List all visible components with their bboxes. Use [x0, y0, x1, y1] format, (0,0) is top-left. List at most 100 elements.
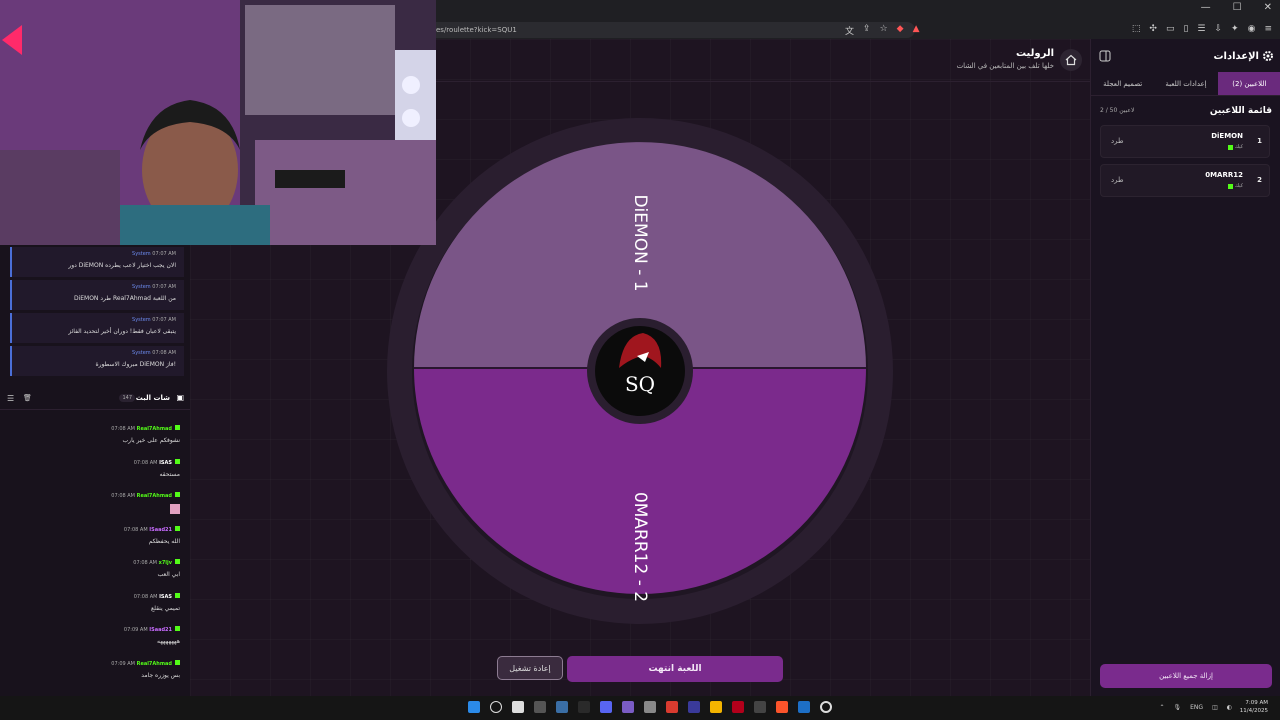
player-platform: كيك	[1227, 183, 1243, 189]
terminal-icon[interactable]	[578, 701, 590, 713]
reading-list-icon[interactable]: ☰	[1197, 24, 1205, 34]
profile-icon[interactable]: ◉	[1248, 24, 1256, 34]
language-indicator[interactable]: ENG	[1190, 704, 1203, 711]
tab-wheel-design[interactable]: تصميم العجلة	[1091, 72, 1154, 95]
player-number: 2	[1257, 176, 1262, 184]
discord-icon[interactable]	[600, 701, 612, 713]
brave-shield-icon[interactable]: ◆	[897, 24, 904, 37]
downloads-icon[interactable]: ⇩	[1215, 24, 1223, 34]
menu-icon[interactable]: ≡	[1264, 24, 1272, 34]
tab-players[interactable]: اللاعبين (2)	[1217, 72, 1280, 95]
message-meta: 07:08 AM x7ljv	[133, 559, 180, 566]
start-icon[interactable]	[468, 701, 480, 713]
translate-icon[interactable]: 文	[845, 24, 854, 37]
window-controls: — ☐ ✕	[1201, 2, 1272, 13]
windows-taskbar: ⌃ 🎙 ENG ◫ ◐ 7:09 AM 11/4/2025	[0, 696, 1280, 720]
toolbar-right-icons: ⬚ ✣ ▭ ▯ ☰ ⇩ ✦ ◉ ≡	[1132, 24, 1272, 34]
kick-icon	[175, 559, 180, 564]
wallet-icon[interactable]: ▭	[1166, 24, 1175, 34]
address-bar[interactable]: es/roulette?kick=SQU1	[420, 22, 915, 38]
leo-icon[interactable]: ✦	[1231, 24, 1239, 34]
app-icon[interactable]	[754, 701, 766, 713]
taskbar-apps	[468, 701, 832, 713]
chat-username[interactable]: Real7Ahmad	[137, 493, 172, 499]
message-time: 07:09 AM	[123, 627, 148, 633]
roulette-wheel[interactable]: DiEMON - 1 0MARR12 - 2 SQ	[387, 118, 893, 624]
kick-player-button[interactable]: طرد	[1111, 176, 1124, 184]
chat-username[interactable]: ISAS	[159, 594, 172, 600]
adobe-icon[interactable]	[732, 701, 744, 713]
message-time: 07:08 AM	[133, 593, 158, 600]
chat-username[interactable]: x7ljv	[159, 560, 172, 566]
system-message: System 07:08 AM مبروك الاسطورة DiEMON فا…	[10, 346, 184, 376]
obs-icon[interactable]	[534, 701, 546, 713]
message-meta: System 07:07 AM	[132, 251, 176, 257]
system-message: System 07:07 AM يتبقى لاعبان فقط! دوران …	[10, 313, 184, 343]
chat-username[interactable]: Real7Ahmad	[137, 661, 172, 667]
chat-username[interactable]: Real7Ahmad	[137, 426, 172, 432]
chevron-up-icon[interactable]: ⌃	[1159, 704, 1164, 711]
kick-icon	[175, 492, 180, 497]
tab-game-settings[interactable]: إعدادات اللعبة	[1154, 72, 1217, 95]
chat-username[interactable]: ISaad21	[149, 627, 172, 633]
player-card: 1 DiEMON كيك طرد	[1100, 125, 1270, 158]
app-icon[interactable]	[622, 701, 634, 713]
chat-message: 07:08 AM Real7Ahmad نشوفكم على خير يارب	[10, 425, 180, 455]
viewer-count: 147	[119, 394, 135, 402]
mic-icon[interactable]: 🎙	[1174, 704, 1182, 711]
app-icon[interactable]	[820, 701, 832, 713]
message-meta: System 07:07 AM	[132, 317, 176, 323]
explorer-icon[interactable]	[644, 701, 656, 713]
settings-panel: الإعدادات اللاعبين (2) إعدادات اللعبة تص…	[1090, 39, 1280, 696]
star-icon[interactable]: ☆	[880, 24, 888, 37]
app-icon[interactable]	[798, 701, 810, 713]
kick-icon	[175, 458, 180, 464]
chat-message: 07:08 AM ISaad21 الله يحفظكم	[10, 525, 180, 556]
chat-username[interactable]: ISAS	[159, 460, 172, 466]
task-view-icon[interactable]	[512, 701, 524, 713]
restart-button[interactable]: إعادة تشغيل	[497, 656, 563, 680]
message-text: الله يحفظكم	[148, 537, 180, 545]
network-icon[interactable]: ◫	[1212, 704, 1218, 711]
close-icon[interactable]: ✕	[1264, 2, 1272, 13]
chat-settings-icon[interactable]: ☰	[7, 394, 14, 403]
chat-icon: ▣	[176, 393, 184, 402]
chrome-icon[interactable]	[666, 701, 678, 713]
players-list-title: قائمة اللاعبين	[1209, 106, 1272, 116]
player-name: DiEMON	[1211, 132, 1243, 140]
minimize-icon[interactable]: —	[1201, 2, 1211, 13]
collapse-panel-icon[interactable]	[1099, 50, 1111, 62]
player-platform: كيك	[1227, 144, 1243, 150]
puzzle-icon[interactable]: ✣	[1149, 24, 1157, 34]
volume-icon[interactable]: ◐	[1227, 704, 1232, 711]
remove-all-players-button[interactable]: إزالة جميع اللاعبين	[1100, 664, 1272, 688]
chat-username[interactable]: ISaad21	[149, 527, 172, 533]
message-text: مستحقه	[159, 470, 180, 478]
webcam-overlay	[0, 0, 436, 245]
steam-icon[interactable]	[556, 701, 568, 713]
brave-rewards-icon[interactable]: ▲	[913, 24, 920, 37]
message-text: دور DiEMON الان يجب اختيار لاعب يطرده	[68, 262, 176, 269]
maximize-icon[interactable]: ☐	[1233, 2, 1242, 13]
webcam-image	[0, 0, 436, 245]
message-text: بس يوزره جامد	[141, 671, 180, 679]
sidebar-icon[interactable]: ▯	[1183, 24, 1188, 34]
game-over-button[interactable]: اللعبة انتهت	[567, 656, 783, 682]
app-icon[interactable]	[688, 701, 700, 713]
brave-icon[interactable]	[776, 701, 788, 713]
system-message: System 07:07 AM دور DiEMON الان يجب اختي…	[10, 247, 184, 277]
trash-icon[interactable]: 🗑	[23, 394, 32, 402]
kick-player-button[interactable]: طرد	[1111, 137, 1124, 145]
kick-icon	[175, 592, 180, 598]
message-meta: 07:08 AM ISaad21	[124, 525, 180, 533]
player-number: 1	[1257, 137, 1262, 145]
search-icon[interactable]	[490, 701, 502, 713]
home-button[interactable]	[1060, 49, 1082, 71]
share-icon[interactable]: ⇪	[863, 24, 871, 37]
platform-label: كيك	[1234, 144, 1243, 150]
page-title: الروليت	[1015, 48, 1054, 59]
chrome-icon[interactable]	[710, 701, 722, 713]
extensions-icon[interactable]: ⬚	[1132, 24, 1141, 34]
segment-label-1: DiEMON - 1	[630, 194, 650, 291]
clock[interactable]: 7:09 AM 11/4/2025	[1240, 699, 1268, 715]
